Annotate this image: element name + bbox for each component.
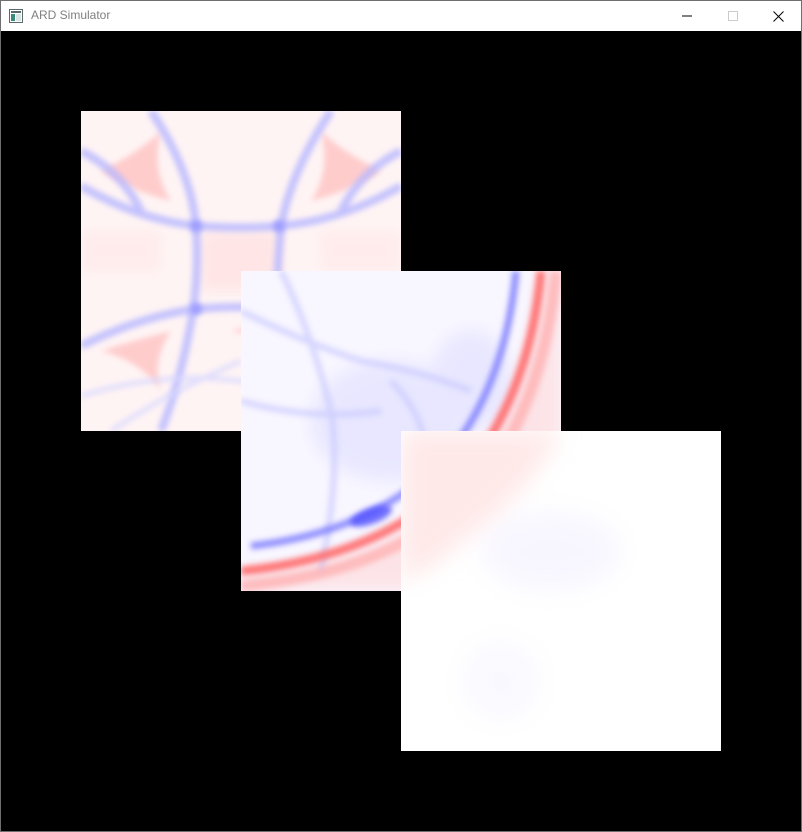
partition-3 — [401, 431, 721, 751]
minimize-icon — [682, 11, 692, 21]
simulation-canvas[interactable] — [1, 31, 801, 831]
app-icon — [9, 9, 23, 23]
maximize-icon — [728, 11, 738, 21]
title-bar[interactable]: ARD Simulator — [1, 1, 801, 31]
close-icon — [772, 10, 784, 22]
minimize-button[interactable] — [664, 1, 710, 31]
maximize-button[interactable] — [710, 1, 756, 31]
close-button[interactable] — [755, 1, 801, 31]
window-title: ARD Simulator — [31, 8, 111, 22]
app-window: ARD Simulator — [0, 0, 802, 832]
